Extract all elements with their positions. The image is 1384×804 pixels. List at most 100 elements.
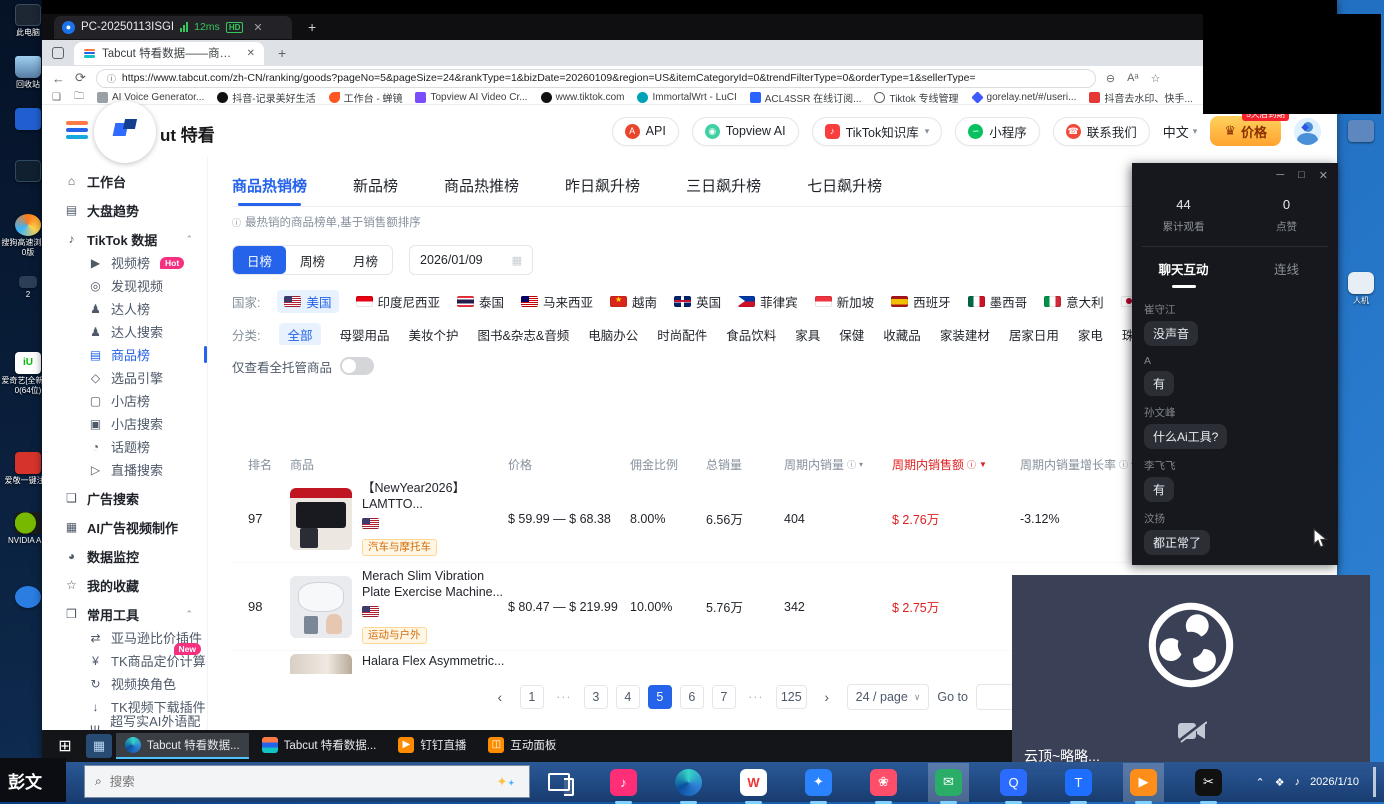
taskbar-app-interact-panel[interactable]: ◫互动面板 (479, 733, 565, 759)
taskbar-app-edge-tabcut[interactable]: Tabcut 特看数据... (116, 733, 249, 759)
sidebar-group-tiktok-data[interactable]: ♪TikTok 数据⌃ (64, 227, 207, 251)
category-item[interactable]: 收藏品 (883, 325, 921, 344)
sidebar-item-market-trend[interactable]: ▤大盘趋势 (64, 198, 207, 222)
tab-chat-interaction[interactable]: 聊天互动 (1132, 259, 1235, 288)
bookmarks-folder-icon[interactable]: 🗀 (74, 90, 84, 105)
period-weekly[interactable]: 周榜 (286, 246, 339, 274)
sidebar-item-ad-search[interactable]: ❑广告搜索 (64, 486, 207, 510)
product-title[interactable]: Merach Slim Vibration Plate Exercise Mac… (362, 569, 508, 600)
sidebar-item-favorites[interactable]: ☆我的收藏 (64, 573, 207, 597)
category-item[interactable]: 居家日用 (1009, 325, 1059, 344)
topview-ai-button[interactable]: ◉Topview AI (692, 117, 799, 146)
new-tab-button[interactable]: + (278, 45, 286, 61)
category-item[interactable]: 母婴用品 (340, 325, 390, 344)
tiktok-kb-button[interactable]: ♪TikTok知识库▾ (812, 117, 943, 146)
tray-network-icon[interactable]: ❖ (1275, 776, 1285, 789)
tab-hot-promoted[interactable]: 商品热推榜 (444, 175, 519, 206)
contact-us-button[interactable]: ☎联系我们 (1053, 117, 1150, 146)
meeting-app-icon[interactable]: ✦ (805, 769, 832, 796)
bookmark-item[interactable]: gorelay.net/#/useri... (972, 92, 1077, 103)
music-app-icon[interactable]: ♪ (610, 769, 637, 796)
bookmark-item[interactable]: 抖音去水印、快手... (1089, 90, 1192, 105)
category-item[interactable]: 家具 (795, 325, 820, 344)
sidebar-item-data-monitor[interactable]: ◕数据监控 (64, 544, 207, 568)
desktop-icon-robot[interactable]: 人机 (1338, 272, 1384, 306)
bookmark-item[interactable]: 工作台 - 蝉镜 (329, 90, 403, 105)
task-view-icon[interactable] (545, 769, 572, 796)
quark-icon[interactable]: Q (1000, 769, 1027, 796)
back-icon[interactable]: ← (52, 71, 65, 86)
country-es[interactable]: 西班牙 (891, 292, 951, 311)
tab-connect[interactable]: 连线 (1235, 259, 1338, 288)
sidebar-item-creator-search[interactable]: ♟达人搜索 (64, 320, 207, 343)
start-button[interactable]: ⊞ (48, 736, 82, 756)
address-bar[interactable]: ⓘ https://www.tabcut.com/zh-CN/ranking/g… (96, 69, 1096, 88)
product-title[interactable]: 【NewYear2026】LAMTTO... (362, 481, 508, 512)
reload-icon[interactable]: ⟳ (75, 70, 86, 86)
side-panel-icon[interactable]: ❏ (52, 92, 61, 103)
category-all[interactable]: 全部 (279, 323, 320, 345)
sidebar-item-shop-search[interactable]: ▣小店搜索 (64, 412, 207, 435)
site-info-icon[interactable]: ⓘ (107, 72, 116, 85)
bookmark-item[interactable]: www.tiktok.com (541, 92, 625, 103)
sidebar-item-live-search[interactable]: ▷直播搜索 (64, 458, 207, 481)
language-selector[interactable]: 中文▾ (1163, 122, 1198, 141)
bookmark-item[interactable]: ImmortalWrt - LuCI (637, 92, 736, 103)
miniapp-button[interactable]: ∽小程序 (955, 117, 1040, 146)
bookmark-item[interactable]: 抖音-记录美好生活 (217, 90, 315, 105)
col-period-sales[interactable]: 周期内销量ⓘ▾ (784, 456, 892, 473)
tab-7day-surge[interactable]: 七日飙升榜 (807, 175, 882, 206)
photo-app-icon[interactable]: ❀ (870, 769, 897, 796)
tab-new-products[interactable]: 新品榜 (353, 175, 398, 206)
page-button-4[interactable]: 4 (616, 685, 640, 709)
page-button-125[interactable]: 125 (776, 685, 807, 709)
site-logo-text[interactable]: ut 特看 (160, 121, 215, 146)
desktop-icon-unknown[interactable] (1338, 120, 1384, 144)
sidebar-group-tools[interactable]: ❒常用工具⌃ (64, 602, 207, 626)
search-input[interactable] (110, 775, 410, 789)
page-button-7[interactable]: 7 (712, 685, 736, 709)
tab-3day-surge[interactable]: 三日飙升榜 (686, 175, 761, 206)
edge-icon[interactable] (675, 769, 702, 796)
browser-tab[interactable]: Tabcut 特看数据——商品榜 ✕ (74, 42, 264, 65)
sidebar-item-goods-rank[interactable]: ▤商品榜 (64, 343, 207, 366)
page-size-select[interactable]: 24 / page∨ (847, 684, 930, 710)
ellipsis-right[interactable]: ··· (744, 685, 768, 709)
product-cell[interactable]: Merach Slim Vibration Plate Exercise Mac… (290, 569, 508, 644)
bookmark-item[interactable]: Tiktok 专线管理 (874, 90, 958, 105)
category-item[interactable]: 电脑办公 (588, 325, 638, 344)
category-item[interactable]: 食品饮料 (726, 325, 776, 344)
bookmark-item[interactable]: ACL4SSR 在线订阅... (750, 90, 862, 105)
wps-icon[interactable]: W (740, 769, 767, 796)
period-daily[interactable]: 日榜 (233, 246, 286, 274)
prev-page-button[interactable]: ‹ (488, 685, 512, 709)
country-gb[interactable]: 英国 (674, 292, 721, 311)
tray-volume-icon[interactable]: ♪ (1295, 776, 1301, 788)
close-icon[interactable]: ✕ (1319, 169, 1328, 182)
sidebar-item-product-picker[interactable]: ◇选品引擎 (64, 366, 207, 389)
taskbar-search-box[interactable]: ⌕ ✦✦ (84, 765, 530, 798)
country-th[interactable]: 泰国 (457, 292, 504, 311)
ellipsis-left[interactable]: ··· (552, 685, 576, 709)
sidebar-item-video-rank[interactable]: ▶视频榜Hot (64, 251, 207, 274)
country-id[interactable]: 印度尼西亚 (356, 292, 441, 311)
category-item[interactable]: 保健 (839, 325, 864, 344)
country-my[interactable]: 马来西亚 (521, 292, 593, 311)
maximize-icon[interactable]: □ (1298, 169, 1305, 181)
bookmark-item[interactable]: Topview AI Video Cr... (415, 92, 527, 103)
col-period-revenue[interactable]: 周期内销售额ⓘ▼ (892, 456, 1020, 473)
category-item[interactable]: 美妆个护 (409, 325, 459, 344)
bookmark-star-icon[interactable]: ☆ (1151, 72, 1161, 85)
sidebar-item-topic-rank[interactable]: ◔话题榜 (64, 435, 207, 458)
pricing-button[interactable]: ♛价格5天后到期 (1210, 116, 1281, 146)
category-item[interactable]: 家电 (1078, 325, 1103, 344)
tab-search-icon[interactable] (52, 47, 64, 59)
sidebar-item-discover-video[interactable]: ◎发现视频 (64, 274, 207, 297)
sidebar-item-workbench[interactable]: ⌂工作台 (64, 169, 207, 193)
new-session-button[interactable]: + (308, 19, 316, 35)
country-vn[interactable]: 越南 (610, 292, 657, 311)
remote-session-tab[interactable]: ● PC-20250113ISGI 12ms HD ✕ (54, 16, 292, 39)
next-page-button[interactable]: › (815, 685, 839, 709)
pinned-app-icon[interactable]: ▦ (86, 734, 112, 758)
category-item[interactable]: 时尚配件 (657, 325, 707, 344)
